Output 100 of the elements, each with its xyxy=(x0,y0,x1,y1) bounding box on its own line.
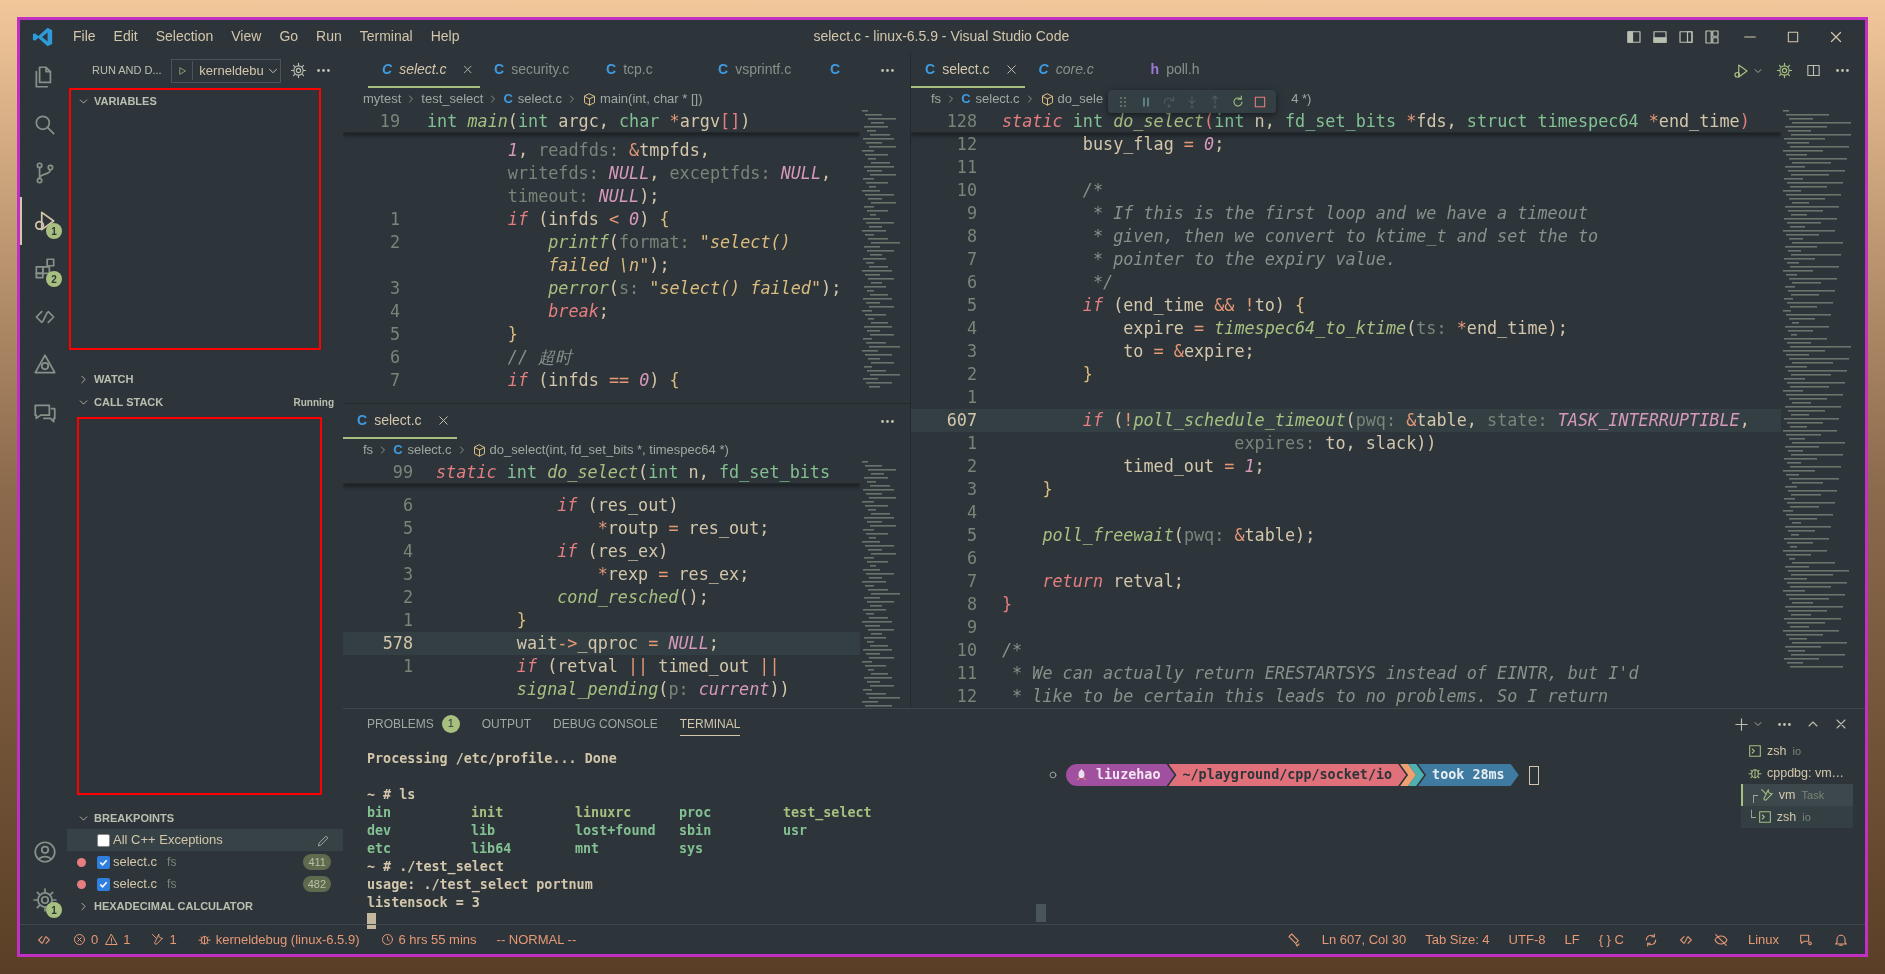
status-item[interactable]: Linux xyxy=(1747,929,1779,950)
editor-tab[interactable]: C select.c xyxy=(368,53,480,88)
code-line: *routp = res_out; xyxy=(596,517,770,540)
section-header[interactable]: WATCH xyxy=(67,368,343,390)
prompt-segment: liuzehao xyxy=(1066,764,1175,786)
panel-tab[interactable]: DEBUG CONSOLE xyxy=(553,712,658,736)
status-item[interactable]: Ln 607, Col 30 xyxy=(1321,929,1407,950)
settings-icon[interactable] xyxy=(1776,62,1793,79)
terminal-instance[interactable]: ┌ vm Task xyxy=(1741,784,1853,806)
line-number: 10 xyxy=(956,640,977,660)
code-line: signal_pending(p: current)) xyxy=(515,678,790,701)
launch-config-dropdown[interactable]: kerneldebu xyxy=(170,58,281,83)
editor-tab[interactable]: C select.c xyxy=(343,404,457,439)
panel-tab[interactable]: OUTPUT xyxy=(481,712,532,736)
editor-tab[interactable]: C select.c xyxy=(911,53,1025,88)
breadcrumb-item[interactable]: main(int, char * []) xyxy=(581,89,703,109)
checkbox[interactable] xyxy=(97,833,110,847)
code-line: timeout: NULL); xyxy=(506,185,660,208)
editor-tab[interactable]: C security.c xyxy=(480,53,592,88)
breakpoint-row[interactable]: select.c fs 482 xyxy=(67,873,343,895)
editor-tab[interactable]: C xyxy=(816,53,871,88)
terminal-line: Processing /etc/profile... Done xyxy=(367,750,618,768)
grid-layout-icon[interactable] xyxy=(1703,27,1721,46)
breadcrumb-item[interactable]: do_sele xyxy=(1039,89,1104,109)
menu-item[interactable]: Edit xyxy=(104,26,147,47)
breakpoint-row[interactable]: select.c fs 411 xyxy=(67,851,343,873)
status-item[interactable]: -- NORMAL -- xyxy=(496,929,577,950)
breadcrumb-item[interactable]: fs xyxy=(931,89,942,109)
line-number: 1 xyxy=(389,209,400,229)
count-badge: 482 xyxy=(302,876,331,892)
file-name: etc xyxy=(367,840,393,858)
editor-tab[interactable]: C vsprintf.c xyxy=(704,53,816,88)
activity-bar-item[interactable]: 1 xyxy=(20,876,67,924)
panel-tab[interactable]: PROBLEMS 1 xyxy=(367,712,460,736)
breadcrumb-item[interactable]: fs xyxy=(363,440,374,460)
breadcrumb-item[interactable]: C select.c xyxy=(503,89,562,109)
run-debug-icon[interactable] xyxy=(1732,61,1750,80)
menu-item[interactable]: Go xyxy=(270,26,308,47)
breadcrumb-item[interactable]: mytest xyxy=(363,89,402,109)
code-line: busy_flag = 0; xyxy=(1081,133,1225,156)
editor-tab[interactable]: C core.c xyxy=(1024,53,1137,88)
file-name: init xyxy=(471,804,505,822)
file-name: sbin xyxy=(679,822,713,840)
line-number: 4 xyxy=(402,541,413,561)
menu-item[interactable]: Run xyxy=(307,26,351,47)
file-name: lost+found xyxy=(575,822,657,840)
checkbox[interactable] xyxy=(97,877,110,891)
breadcrumb-item[interactable]: do_select(int, fd_set_bits *, timespec64 *) xyxy=(471,440,729,460)
section-header[interactable]: CALL STACK Running xyxy=(67,391,343,413)
account-icon[interactable] xyxy=(31,839,58,865)
code-line: /* xyxy=(1081,179,1104,202)
status-item[interactable]: Tab Size: 4 xyxy=(1425,929,1490,950)
line-number: 2 xyxy=(402,587,413,607)
status-item[interactable]: kerneldebug (linux-6.5.9) xyxy=(196,929,360,950)
menu-item[interactable]: View xyxy=(222,26,271,47)
activity-bar-item[interactable]: 1 xyxy=(20,197,67,245)
code-line: if (retval || timed_out || xyxy=(515,655,780,678)
menu-item[interactable]: Selection xyxy=(146,26,223,47)
code-line: } xyxy=(1041,478,1053,501)
line-number: 6 xyxy=(402,495,413,515)
menu-item[interactable]: Terminal xyxy=(350,26,422,47)
warning-icon xyxy=(104,932,120,947)
code-line: * If this is the first loop and we have a timeout xyxy=(1091,202,1588,225)
eye-off-icon[interactable] xyxy=(1712,931,1729,948)
split-editor-icon[interactable] xyxy=(1805,62,1822,79)
breadcrumb-item[interactable]: 4 *) xyxy=(1291,89,1312,109)
breadcrumb-item[interactable]: test_select xyxy=(421,89,484,109)
settings-icon[interactable] xyxy=(289,62,307,79)
code-line: 1, readfds: &tmpfds, xyxy=(506,139,710,162)
status-item[interactable]: { } C xyxy=(1598,929,1624,950)
terminal-instance[interactable]: cppdbg: vm… xyxy=(1741,762,1853,784)
menu-item[interactable]: File xyxy=(64,26,105,47)
line-number: 12 xyxy=(956,134,977,154)
prompt-segment: took 28ms xyxy=(1418,764,1519,786)
line-number: 3 xyxy=(966,341,977,361)
section-header[interactable]: VARIABLES xyxy=(71,90,319,112)
new-terminal-icon[interactable] xyxy=(1733,715,1750,733)
status-item[interactable]: LF xyxy=(1564,929,1580,950)
editor-tab[interactable]: C tcp.c xyxy=(592,53,704,88)
terminal-instance[interactable]: └ zsh io xyxy=(1741,806,1853,828)
editor-tab[interactable]: h poll.h xyxy=(1136,53,1249,88)
status-item[interactable]: 0 1 xyxy=(72,929,131,950)
settings-icon[interactable] xyxy=(31,887,58,913)
panel-tab[interactable]: TERMINAL xyxy=(679,712,741,736)
breakpoint-row[interactable]: All C++ Exceptions xyxy=(67,829,343,851)
line-number: 6 xyxy=(966,272,977,292)
status-item[interactable]: 1 xyxy=(150,929,177,950)
checkbox[interactable] xyxy=(97,855,110,869)
status-item[interactable]: UTF-8 xyxy=(1508,929,1546,950)
activity-bar-item[interactable]: 2 xyxy=(20,245,67,293)
terminal-icon xyxy=(1747,743,1763,759)
section-header[interactable]: HEXADECIMAL CALCULATOR xyxy=(67,895,343,917)
breadcrumb-item[interactable]: C select.c xyxy=(961,89,1020,109)
status-item[interactable]: 6 hrs 55 mins xyxy=(379,929,477,950)
code-line: static int do_select(int n, fd_set_bits *fds, struct timespec64 *end_time) xyxy=(1002,110,1750,132)
line-number: 5 xyxy=(966,295,977,315)
section-header[interactable]: BREAKPOINTS xyxy=(67,807,343,829)
breadcrumb-item[interactable]: C select.c xyxy=(393,440,452,460)
terminal-instance[interactable]: zsh io xyxy=(1741,740,1853,762)
menu-item[interactable]: Help xyxy=(421,26,469,47)
